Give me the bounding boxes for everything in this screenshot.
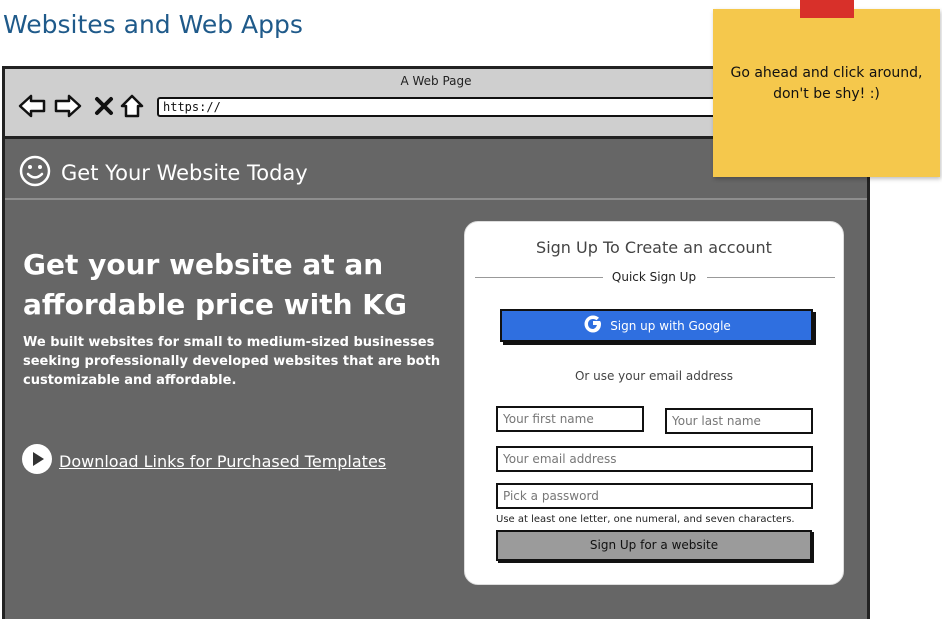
hero-title-line-2: affordable price with KG xyxy=(23,288,407,321)
page-heading: Websites and Web Apps xyxy=(3,10,303,39)
header-divider xyxy=(5,198,867,200)
site-header: Get Your Website Today xyxy=(19,153,308,193)
sticky-note: Go ahead and click around, don't be shy!… xyxy=(713,0,940,177)
home-icon[interactable] xyxy=(117,91,147,121)
hero-title: Get your website at an affordable price … xyxy=(23,245,443,325)
back-icon[interactable] xyxy=(17,91,47,121)
close-icon[interactable] xyxy=(89,91,119,121)
or-email-text: Or use your email address xyxy=(574,369,734,383)
sticky-tape xyxy=(800,0,854,18)
password-hint: Use at least one letter, one numeral, an… xyxy=(496,514,795,525)
signup-card: Sign Up To Create an account Quick Sign … xyxy=(464,221,844,585)
smiley-icon xyxy=(19,155,51,191)
email-field[interactable] xyxy=(496,446,813,472)
google-signup-button[interactable]: Sign up with Google xyxy=(500,309,813,342)
forward-icon[interactable] xyxy=(53,91,83,121)
google-g-icon xyxy=(582,313,604,338)
hero-title-line-1: Get your website at an xyxy=(23,248,384,281)
first-name-field[interactable] xyxy=(496,406,644,432)
site-title: Get Your Website Today xyxy=(61,161,308,185)
google-signup-label: Sign up with Google xyxy=(610,318,731,333)
play-icon xyxy=(21,443,53,479)
signup-title: Sign Up To Create an account xyxy=(536,238,772,257)
quick-signup-label: Quick Sign Up xyxy=(611,270,697,284)
sticky-note-text: Go ahead and click around, don't be shy!… xyxy=(730,65,923,102)
url-bar[interactable]: https:// xyxy=(157,97,777,117)
signup-submit-button[interactable]: Sign Up for a website xyxy=(496,530,812,561)
download-link-label[interactable]: Download Links for Purchased Templates xyxy=(59,452,386,471)
password-field[interactable] xyxy=(496,483,813,509)
download-link[interactable]: Download Links for Purchased Templates xyxy=(21,443,386,479)
last-name-field[interactable] xyxy=(665,408,813,434)
hero-description: We built websites for small to medium-si… xyxy=(23,335,441,388)
